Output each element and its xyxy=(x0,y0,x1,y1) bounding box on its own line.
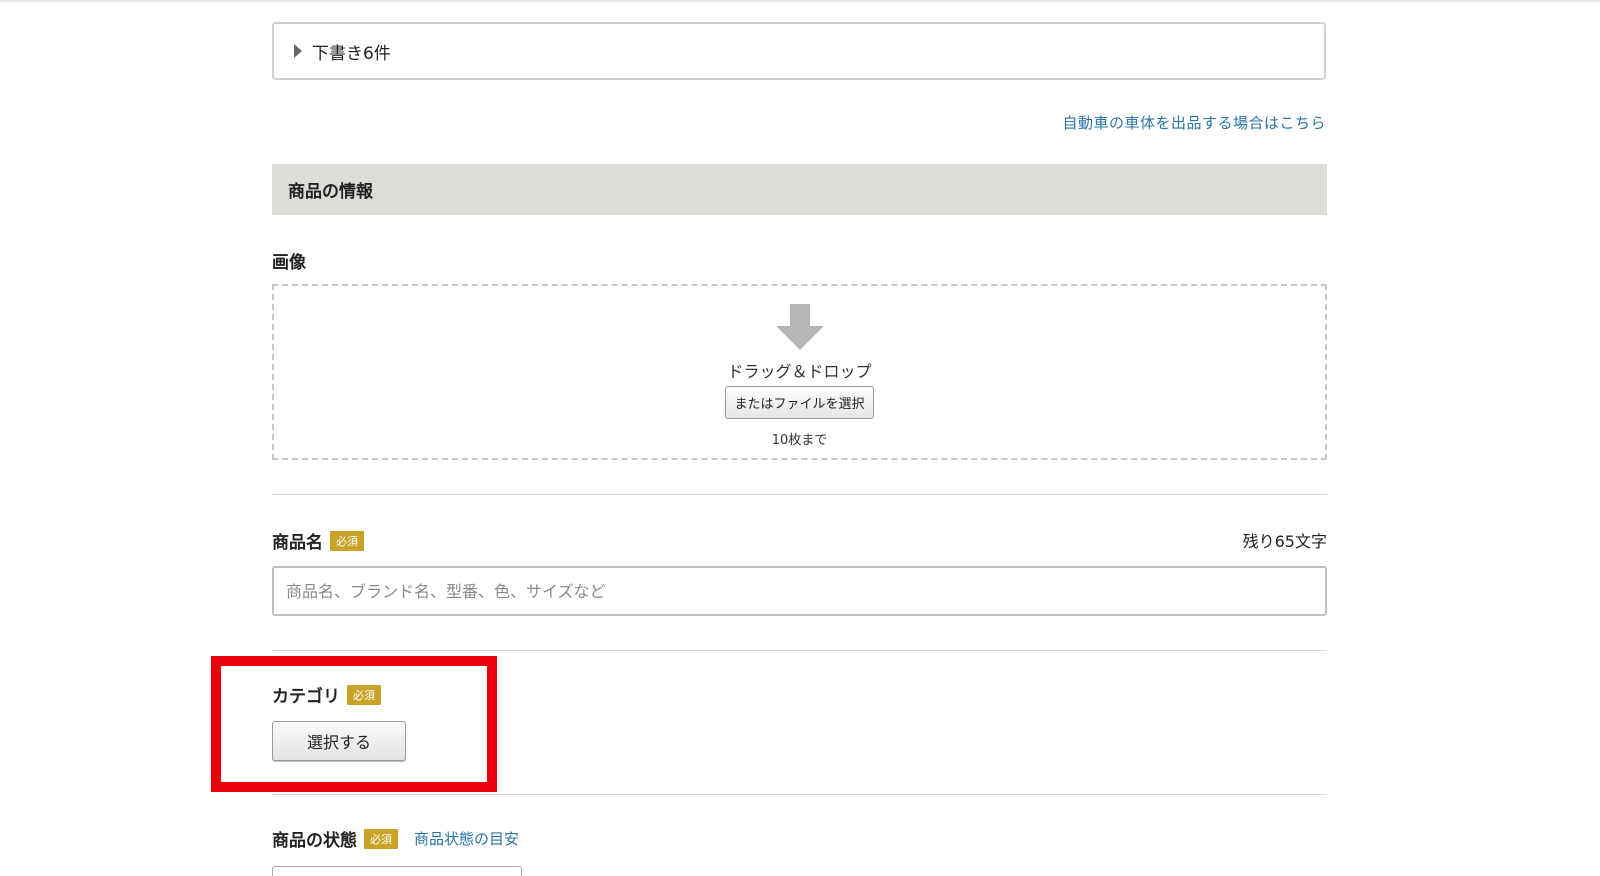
category-label-text: カテゴリ xyxy=(272,687,340,707)
image-label-text: 画像 xyxy=(272,253,306,273)
remaining-characters: 残り65文字 xyxy=(1242,532,1327,551)
required-badge: 必須 xyxy=(364,828,398,849)
condition-label: 商品の状態 必須 商品状態の目安 xyxy=(272,826,519,851)
car-body-listing-link[interactable]: 自動車の車体を出品する場合はこちら xyxy=(1062,112,1326,133)
condition-label-text: 商品の状態 xyxy=(272,831,357,851)
condition-select[interactable] xyxy=(272,866,522,876)
category-label: カテゴリ 必須 xyxy=(272,682,381,707)
image-limit-text: 10枚まで xyxy=(771,433,828,448)
listing-form-page: 下書き6件 自動車の車体を出品する場合はこちら 商品の情報 画像 ドラッグ＆ドロ… xyxy=(0,0,1600,876)
image-label: 画像 xyxy=(272,248,306,273)
select-file-button[interactable]: またはファイルを選択 xyxy=(725,386,874,419)
product-name-input[interactable] xyxy=(272,566,1327,616)
section-header: 商品の情報 xyxy=(272,164,1327,215)
top-divider xyxy=(0,0,1600,2)
drafts-label: 下書き6件 xyxy=(312,43,391,64)
caret-right-icon xyxy=(294,44,302,58)
condition-guide-link[interactable]: 商品状態の目安 xyxy=(414,828,519,849)
product-name-label: 商品名 必須 xyxy=(272,528,364,553)
divider xyxy=(272,794,1327,795)
category-select-button[interactable]: 選択する xyxy=(272,721,406,761)
drafts-toggle[interactable]: 下書き6件 xyxy=(272,22,1326,80)
divider xyxy=(272,494,1327,495)
required-badge: 必須 xyxy=(347,684,381,705)
image-dropzone[interactable]: ドラッグ＆ドロップ またはファイルを選択 10枚まで xyxy=(272,284,1327,460)
divider xyxy=(272,650,1327,651)
section-title: 商品の情報 xyxy=(288,182,373,202)
drag-drop-text: ドラッグ＆ドロップ xyxy=(727,362,872,381)
product-name-label-text: 商品名 xyxy=(272,533,323,553)
required-badge: 必須 xyxy=(330,530,364,551)
download-arrow-icon xyxy=(775,304,824,350)
